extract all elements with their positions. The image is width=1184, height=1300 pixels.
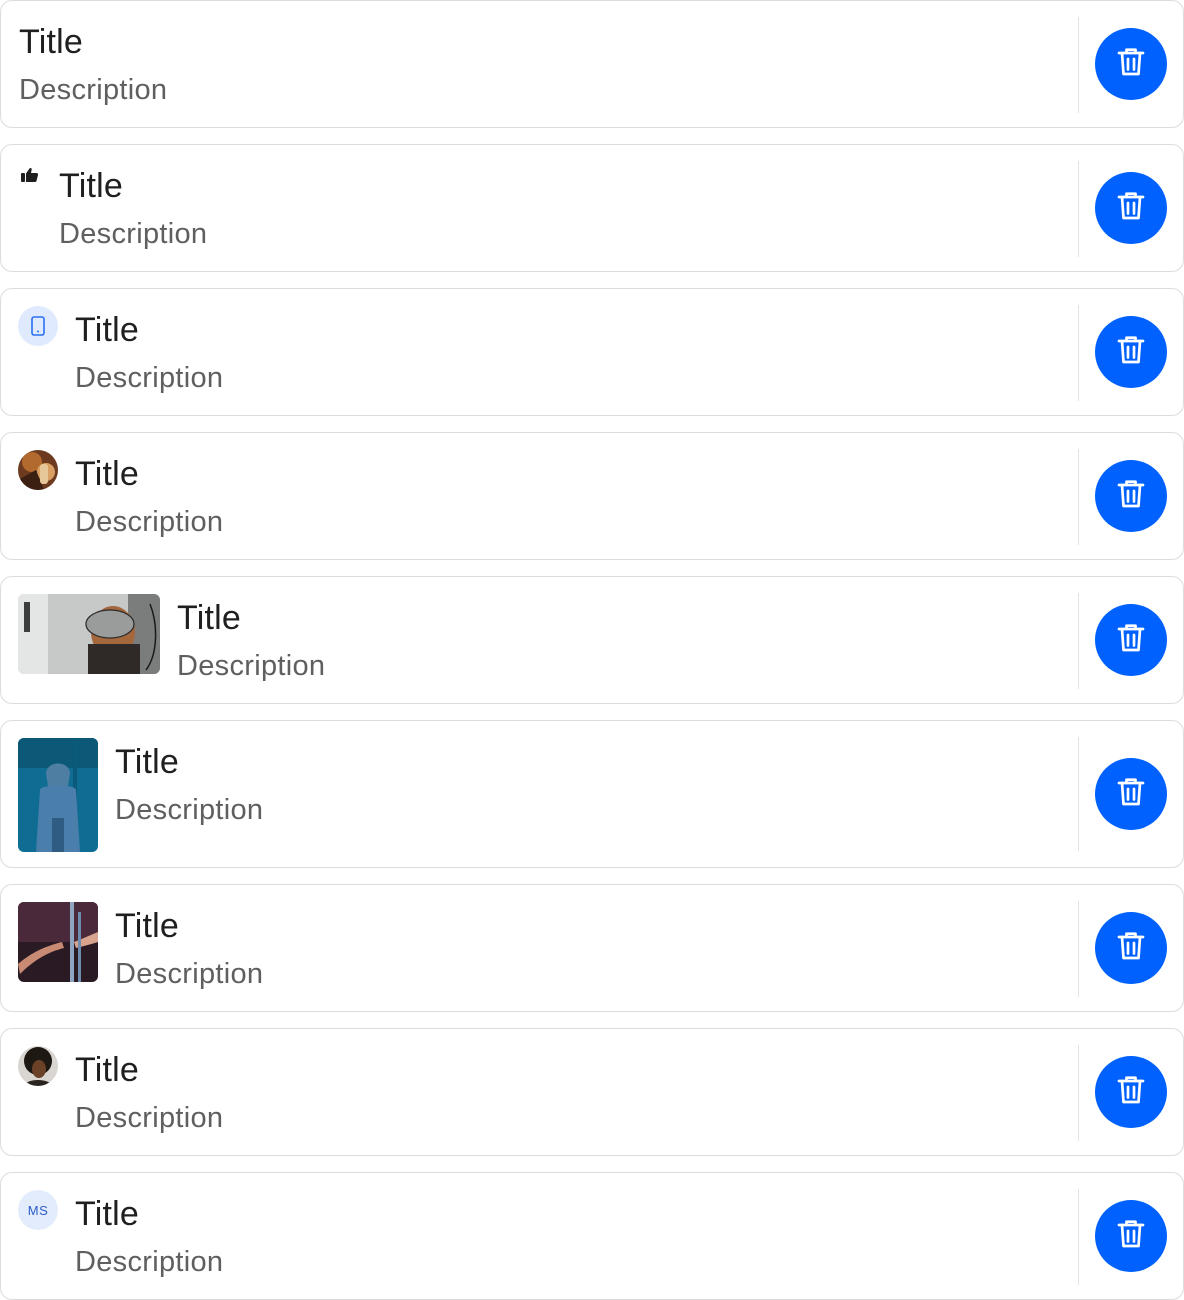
delete-button[interactable]: [1095, 316, 1167, 388]
delete-button[interactable]: [1095, 604, 1167, 676]
square-image: [18, 902, 98, 982]
item-title: Title: [115, 907, 179, 945]
portrait-image: [18, 738, 98, 852]
item-description: Description: [75, 1102, 224, 1134]
trash-icon: [1113, 774, 1149, 815]
divider: [1078, 17, 1079, 113]
delete-button[interactable]: [1095, 172, 1167, 244]
delete-button[interactable]: [1095, 460, 1167, 532]
list-item-text: Title Description: [75, 1194, 223, 1281]
trash-icon: [1113, 476, 1149, 517]
delete-button[interactable]: [1095, 1056, 1167, 1128]
item-title: Title: [177, 599, 241, 637]
list-item[interactable]: Title Description: [0, 0, 1184, 128]
avatar: [18, 1046, 58, 1086]
trash-icon: [1113, 620, 1149, 661]
list-item-text: Title Description: [19, 22, 167, 109]
trash-icon: [1113, 332, 1149, 373]
list-item-text: Title Description: [75, 310, 223, 397]
list-item-text: Title Description: [75, 1050, 223, 1137]
item-description: Description: [177, 650, 326, 682]
divider: [1078, 593, 1079, 689]
delete-button[interactable]: [1095, 912, 1167, 984]
item-description: Description: [115, 958, 264, 990]
divider: [1078, 449, 1079, 545]
trash-icon: [1113, 928, 1149, 969]
trash-icon: [1113, 188, 1149, 229]
item-title: Title: [75, 311, 139, 349]
list-item[interactable]: Title Description: [0, 720, 1184, 868]
trash-icon: [1113, 1072, 1149, 1113]
item-description: Description: [115, 794, 264, 826]
list-item[interactable]: Title Description: [0, 144, 1184, 272]
initials-avatar: MS: [18, 1190, 58, 1230]
divider: [1078, 305, 1079, 401]
list-item[interactable]: Title Description: [0, 432, 1184, 560]
delete-button[interactable]: [1095, 1200, 1167, 1272]
divider: [1078, 161, 1079, 257]
item-description: Description: [75, 506, 224, 538]
divider: [1078, 901, 1079, 997]
list-item[interactable]: Title Description: [0, 884, 1184, 1012]
list-item[interactable]: Title Description: [0, 1028, 1184, 1156]
divider: [1078, 1189, 1079, 1285]
item-description: Description: [59, 218, 208, 250]
delete-button[interactable]: [1095, 758, 1167, 830]
item-title: Title: [59, 167, 123, 205]
divider: [1078, 737, 1079, 851]
list-item-text: Title Description: [115, 906, 263, 993]
delete-button[interactable]: [1095, 28, 1167, 100]
list-item-text: Title Description: [59, 166, 207, 253]
item-description: Description: [75, 362, 224, 394]
list-item[interactable]: Title Description: [0, 576, 1184, 704]
list-item[interactable]: MS Title Description: [0, 1172, 1184, 1300]
item-title: Title: [75, 455, 139, 493]
trash-icon: [1113, 1216, 1149, 1257]
avatar: [18, 450, 58, 490]
item-title: Title: [75, 1195, 139, 1233]
item-title: Title: [19, 23, 83, 61]
item-title: Title: [115, 743, 179, 781]
thumbs-up-icon: [20, 165, 40, 190]
item-description: Description: [75, 1246, 224, 1278]
list-item-text: Title Description: [177, 598, 325, 685]
item-title: Title: [75, 1051, 139, 1089]
list-item[interactable]: Title Description: [0, 288, 1184, 416]
trash-icon: [1113, 44, 1149, 85]
list-item-text: Title Description: [75, 454, 223, 541]
divider: [1078, 1045, 1079, 1141]
landscape-image: [18, 594, 160, 674]
mobile-icon: [18, 306, 58, 346]
item-description: Description: [19, 74, 168, 106]
list-item-text: Title Description: [115, 742, 263, 829]
